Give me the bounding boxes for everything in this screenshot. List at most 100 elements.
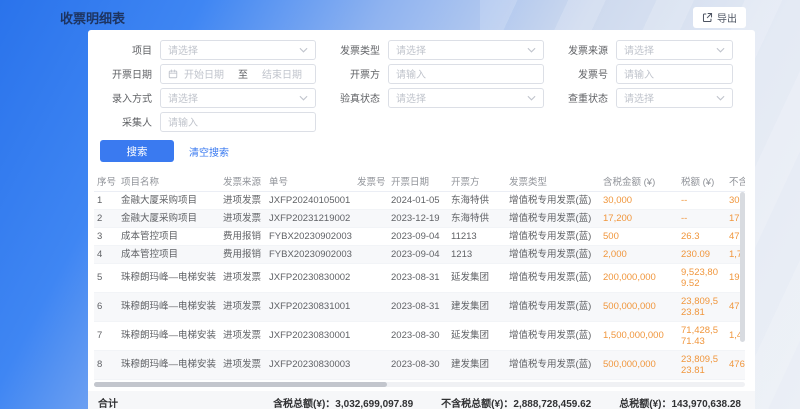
cell-amount: 30,000	[600, 191, 678, 209]
cell-date: 2023-09-04	[388, 227, 448, 245]
cell-invoice_no	[354, 245, 388, 263]
cell-tax: 23,809,523.81	[678, 292, 726, 321]
cell-source: 进项发票	[220, 292, 266, 321]
cell-type: 增值税专用发票(蓝)	[506, 321, 600, 350]
total-tax: 总税额(¥)：143,970,638.28	[619, 395, 741, 409]
export-button[interactable]: 导出	[693, 7, 746, 28]
cell-tax: --	[678, 209, 726, 227]
cell-no: 5	[94, 263, 118, 292]
verify-status-select[interactable]: 请选择	[388, 88, 544, 108]
invoice-no-input[interactable]: 请输入	[616, 64, 733, 84]
table-row: 7珠穆朗玛峰—电梯安装进项发票JXFP202308300012023-08-30…	[94, 321, 745, 350]
date-range-separator: 至	[238, 66, 248, 81]
chevron-down-icon	[716, 95, 725, 101]
cell-no: 7	[94, 321, 118, 350]
chevron-down-icon	[716, 47, 725, 53]
project-filter-label: 项目	[98, 42, 152, 57]
cell-type: 增值税专用发票(蓝)	[506, 209, 600, 227]
project-select[interactable]: 请选择	[160, 40, 316, 60]
cell-date: 2023-08-31	[388, 263, 448, 292]
vertical-scrollbar[interactable]	[740, 192, 745, 342]
export-icon	[702, 12, 713, 23]
column-header: 开票方	[448, 172, 506, 191]
cell-issuer: 建发集团	[448, 350, 506, 379]
clear-search-link[interactable]: 清空搜索	[189, 144, 229, 159]
cell-order_no: JXFP20230830003	[266, 350, 354, 379]
cell-date: 2024-01-05	[388, 191, 448, 209]
cell-source: 进项发票	[220, 191, 266, 209]
cell-source: 费用报销	[220, 227, 266, 245]
cell-issuer: 建发集团	[448, 292, 506, 321]
cell-net: 476,190,476.19	[726, 350, 745, 379]
cell-invoice_no	[354, 321, 388, 350]
cell-project: 成本管控项目	[118, 245, 220, 263]
invoice-source-filter-label: 发票来源	[554, 42, 608, 57]
cell-source: 进项发票	[220, 263, 266, 292]
cell-issuer: 11213	[448, 227, 506, 245]
chevron-down-icon	[527, 95, 536, 101]
content-card: 项目 请选择 发票类型 请选择 发票来源 请选择 开票日期	[88, 30, 755, 409]
entry-method-select[interactable]: 请选择	[160, 88, 316, 108]
cell-order_no: FYBX20230902003	[266, 245, 354, 263]
invoice-type-select[interactable]: 请选择	[388, 40, 544, 60]
invoice-source-select[interactable]: 请选择	[616, 40, 733, 60]
cell-amount: 17,200	[600, 209, 678, 227]
cell-issuer: 东海特供	[448, 209, 506, 227]
invoice-table: 序号项目名称发票来源单号发票号开票日期开票方发票类型含税金额 (¥)税额 (¥)…	[94, 172, 745, 380]
cell-type: 增值税专用发票(蓝)	[506, 245, 600, 263]
dup-status-select[interactable]: 请选择	[616, 88, 733, 108]
invoice-table-wrapper: 序号项目名称发票来源单号发票号开票日期开票方发票类型含税金额 (¥)税额 (¥)…	[94, 172, 745, 380]
search-button[interactable]: 搜索	[100, 140, 174, 162]
table-row: 4成本管控项目费用报销FYBX202309020032023-09-041213…	[94, 245, 745, 263]
cell-type: 增值税专用发票(蓝)	[506, 350, 600, 379]
cell-tax: 26.3	[678, 227, 726, 245]
cell-type: 增值税专用发票(蓝)	[506, 227, 600, 245]
cell-invoice_no	[354, 227, 388, 245]
horizontal-scrollbar-thumb[interactable]	[94, 382, 387, 387]
start-date-placeholder: 开始日期	[184, 66, 224, 81]
invoice-date-range-picker[interactable]: 开始日期 至 结束日期	[160, 64, 316, 84]
date-range-filter-label: 开票日期	[98, 66, 152, 81]
issuer-filter-label: 开票方	[326, 66, 380, 81]
cell-no: 2	[94, 209, 118, 227]
verify-status-filter-label: 验真状态	[326, 90, 380, 105]
cell-issuer: 1213	[448, 245, 506, 263]
cell-date: 2023-08-30	[388, 321, 448, 350]
cell-project: 珠穆朗玛峰—电梯安装	[118, 350, 220, 379]
invoice-type-filter-label: 发票类型	[326, 42, 380, 57]
table-row: 2金融大厦采购项目进项发票JXFP202312190022023-12-19东海…	[94, 209, 745, 227]
table-row: 3成本管控项目费用报销FYBX202309020032023-09-041121…	[94, 227, 745, 245]
export-label: 导出	[717, 10, 737, 25]
cell-source: 进项发票	[220, 209, 266, 227]
invoice-no-filter-label: 发票号	[554, 66, 608, 81]
chevron-down-icon	[527, 47, 536, 53]
collector-input[interactable]: 请输入	[160, 112, 316, 132]
cell-source: 进项发票	[220, 350, 266, 379]
table-row: 6珠穆朗玛峰—电梯安装进项发票JXFP202308310012023-08-31…	[94, 292, 745, 321]
cell-invoice_no	[354, 292, 388, 321]
issuer-input[interactable]: 请输入	[388, 64, 544, 84]
cell-order_no: JXFP20230830001	[266, 321, 354, 350]
cell-amount: 1,500,000,000	[600, 321, 678, 350]
total-excl-tax: 不含税总额(¥)：2,888,728,459.62	[441, 395, 591, 409]
cell-tax: 230.09	[678, 245, 726, 263]
total-incl-tax: 含税总额(¥)：3,032,699,097.89	[273, 395, 413, 409]
cell-project: 金融大厦采购项目	[118, 209, 220, 227]
cell-order_no: JXFP20231219002	[266, 209, 354, 227]
horizontal-scrollbar[interactable]	[94, 382, 745, 387]
cell-invoice_no	[354, 209, 388, 227]
cell-project: 成本管控项目	[118, 227, 220, 245]
cell-type: 增值税专用发票(蓝)	[506, 292, 600, 321]
column-header: 发票类型	[506, 172, 600, 191]
cell-invoice_no	[354, 350, 388, 379]
cell-amount: 500	[600, 227, 678, 245]
column-header: 发票号	[354, 172, 388, 191]
cell-invoice_no	[354, 191, 388, 209]
chevron-down-icon	[299, 95, 308, 101]
cell-type: 增值税专用发票(蓝)	[506, 191, 600, 209]
cell-tax: 23,809,523.81	[678, 350, 726, 379]
cell-amount: 500,000,000	[600, 350, 678, 379]
column-header: 税额 (¥)	[678, 172, 726, 191]
entry-method-filter-label: 录入方式	[98, 90, 152, 105]
cell-amount: 500,000,000	[600, 292, 678, 321]
